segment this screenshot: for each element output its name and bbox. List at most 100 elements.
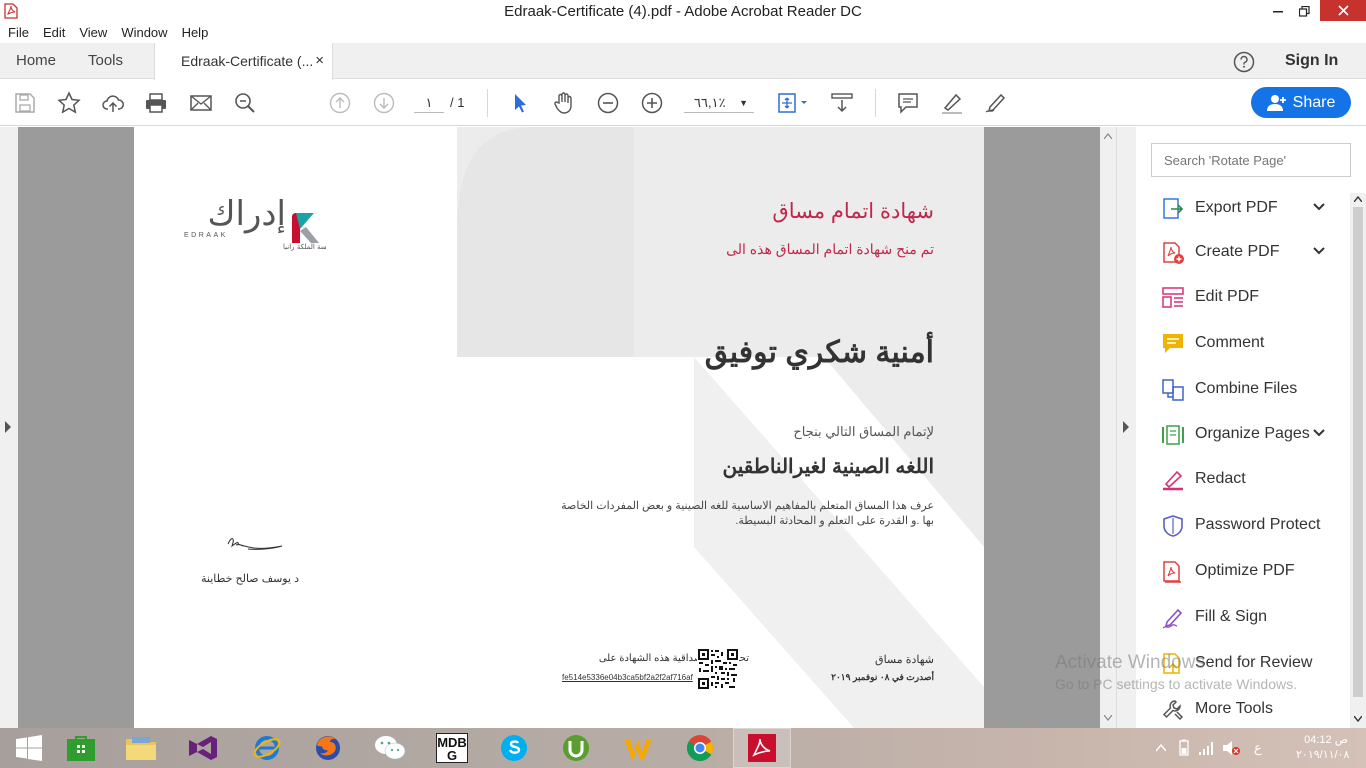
restore-button[interactable]: [1289, 0, 1319, 22]
sign-pen-icon[interactable]: [984, 91, 1008, 115]
page-number-input[interactable]: [414, 93, 444, 113]
taskbar-store[interactable]: [52, 728, 110, 768]
previous-page-icon[interactable]: [328, 91, 352, 115]
taskbar-acrobat-reader[interactable]: [733, 728, 791, 768]
menu-edit[interactable]: Edit: [43, 22, 65, 43]
upload-cloud-icon[interactable]: [101, 91, 125, 115]
find-zoom-icon[interactable]: [233, 91, 257, 115]
volume-muted-icon[interactable]: [1222, 740, 1240, 756]
zoom-out-icon[interactable]: [596, 91, 620, 115]
scroll-thumb[interactable]: [1353, 207, 1363, 697]
signature-image: [227, 538, 283, 550]
tab-close-icon[interactable]: ×: [315, 43, 324, 79]
sign-in-link[interactable]: Sign In: [1285, 43, 1338, 79]
scroll-up-icon[interactable]: [1104, 133, 1112, 139]
firefox-icon: [316, 736, 340, 760]
tool-optimize-pdf[interactable]: Optimize PDF: [1137, 552, 1350, 590]
close-window-button[interactable]: [1320, 0, 1366, 21]
tool-send-for-review[interactable]: Send for Review: [1137, 644, 1350, 682]
taskbar-internet-explorer[interactable]: [238, 728, 296, 768]
comment-icon[interactable]: [896, 91, 920, 115]
email-icon[interactable]: [189, 91, 213, 115]
scroll-down-icon[interactable]: [1104, 715, 1112, 721]
document-scrollbar[interactable]: [1100, 127, 1116, 728]
taskbar-clock[interactable]: 04:12 ص ٢٠١٩/١١/٠٨: [1296, 733, 1349, 763]
save-icon[interactable]: [13, 91, 37, 115]
system-tray: ع: [1156, 728, 1276, 768]
tool-label: Export PDF: [1195, 199, 1278, 216]
chevron-down-icon[interactable]: [1313, 203, 1325, 211]
redact-icon: [1163, 470, 1183, 491]
taskbar-firefox[interactable]: [299, 728, 357, 768]
more-tools-icon: [1162, 700, 1184, 721]
tool-comment[interactable]: Comment: [1137, 324, 1350, 362]
tool-export-pdf[interactable]: Export PDF: [1137, 189, 1350, 227]
organize-pages-icon: [1162, 425, 1184, 445]
scroll-down-icon[interactable]: [1354, 716, 1362, 722]
tool-fill-sign[interactable]: Fill & Sign: [1137, 598, 1350, 636]
show-hidden-icons-icon[interactable]: [1156, 744, 1166, 752]
chevron-down-icon[interactable]: [1313, 247, 1325, 255]
tab-home[interactable]: Home: [16, 43, 56, 79]
tab-tools[interactable]: Tools: [88, 43, 123, 79]
tool-password-protect[interactable]: Password Protect: [1137, 506, 1350, 544]
internet-explorer-icon: [253, 736, 281, 760]
input-language[interactable]: ع: [1254, 740, 1262, 756]
zoom-level-select[interactable]: ٦٦,١٪ ▼: [684, 93, 754, 113]
main-toolbar: / 1 ٦٦,١٪ ▼: [0, 80, 1366, 126]
scroll-up-icon[interactable]: [1354, 196, 1362, 202]
tool-more-tools[interactable]: More Tools: [1137, 690, 1350, 728]
password-protect-icon: [1163, 515, 1183, 537]
taskbar-utorrent[interactable]: [547, 728, 605, 768]
taskbar-skype[interactable]: [485, 728, 543, 768]
verify-hash-link[interactable]: fe514e5336e04b3ca5bf2a2f2af716af: [562, 673, 693, 682]
highlight-pen-icon[interactable]: [940, 91, 964, 115]
bookmark-star-icon[interactable]: [57, 91, 81, 115]
taskbar-wps[interactable]: [609, 728, 667, 768]
scroll-mode-icon[interactable]: [830, 91, 854, 115]
tool-organize-pages[interactable]: Organize Pages: [1137, 415, 1350, 453]
help-icon[interactable]: [1233, 51, 1255, 73]
signal-icon[interactable]: [1198, 740, 1216, 756]
menu-view[interactable]: View: [79, 22, 107, 43]
tabs-row: Home Tools Edraak-Certificate (... × Sig…: [0, 43, 1366, 80]
start-button[interactable]: [0, 728, 58, 768]
tool-create-pdf[interactable]: Create PDF: [1137, 233, 1350, 271]
wps-icon: [624, 739, 652, 759]
zoom-in-icon[interactable]: [640, 91, 664, 115]
battery-icon[interactable]: [1176, 739, 1192, 757]
taskbar-visual-studio[interactable]: [174, 728, 232, 768]
tools-panel-toggle[interactable]: [1116, 127, 1136, 728]
taskbar: MDBG ع 04:12 ص ٢٠١٩/١١/٠٨: [0, 728, 1366, 768]
chevron-down-icon[interactable]: [1313, 429, 1325, 437]
share-label: Share: [1292, 93, 1336, 111]
share-button[interactable]: Share: [1251, 87, 1351, 118]
tool-combine-files[interactable]: Combine Files: [1137, 370, 1350, 408]
next-page-icon[interactable]: [372, 91, 396, 115]
logo-wordmark: إدراك: [208, 194, 286, 234]
tool-edit-pdf[interactable]: Edit PDF: [1137, 278, 1350, 316]
menu-help[interactable]: Help: [182, 22, 209, 43]
taskbar-mdbg[interactable]: MDBG: [423, 728, 481, 768]
menu-file[interactable]: File: [8, 22, 29, 43]
menu-window[interactable]: Window: [121, 22, 167, 43]
combine-files-icon: [1162, 379, 1184, 401]
taskbar-file-explorer[interactable]: [112, 728, 170, 768]
hand-tool-icon[interactable]: [552, 91, 576, 115]
taskbar-wechat[interactable]: [361, 728, 419, 768]
tools-panel-scrollbar[interactable]: [1350, 193, 1366, 728]
tools-search-input[interactable]: [1151, 143, 1351, 177]
menu-bar: File Edit View Window Help: [0, 22, 1366, 43]
tool-redact[interactable]: Redact: [1137, 460, 1350, 498]
certificate-subtitle: تم منح شهادة اتمام المساق هذه الى: [726, 241, 934, 257]
toolbar-divider: [875, 89, 876, 117]
skype-icon: [501, 735, 527, 761]
mdbg-icon: MDBG: [436, 733, 468, 763]
taskbar-chrome[interactable]: [671, 728, 729, 768]
print-icon[interactable]: [144, 91, 168, 115]
left-panel-toggle[interactable]: [0, 127, 18, 728]
tab-document[interactable]: Edraak-Certificate (... ×: [154, 43, 333, 80]
select-cursor-icon[interactable]: [508, 91, 532, 115]
fit-page-icon[interactable]: [776, 91, 810, 115]
wechat-icon: [375, 736, 406, 760]
